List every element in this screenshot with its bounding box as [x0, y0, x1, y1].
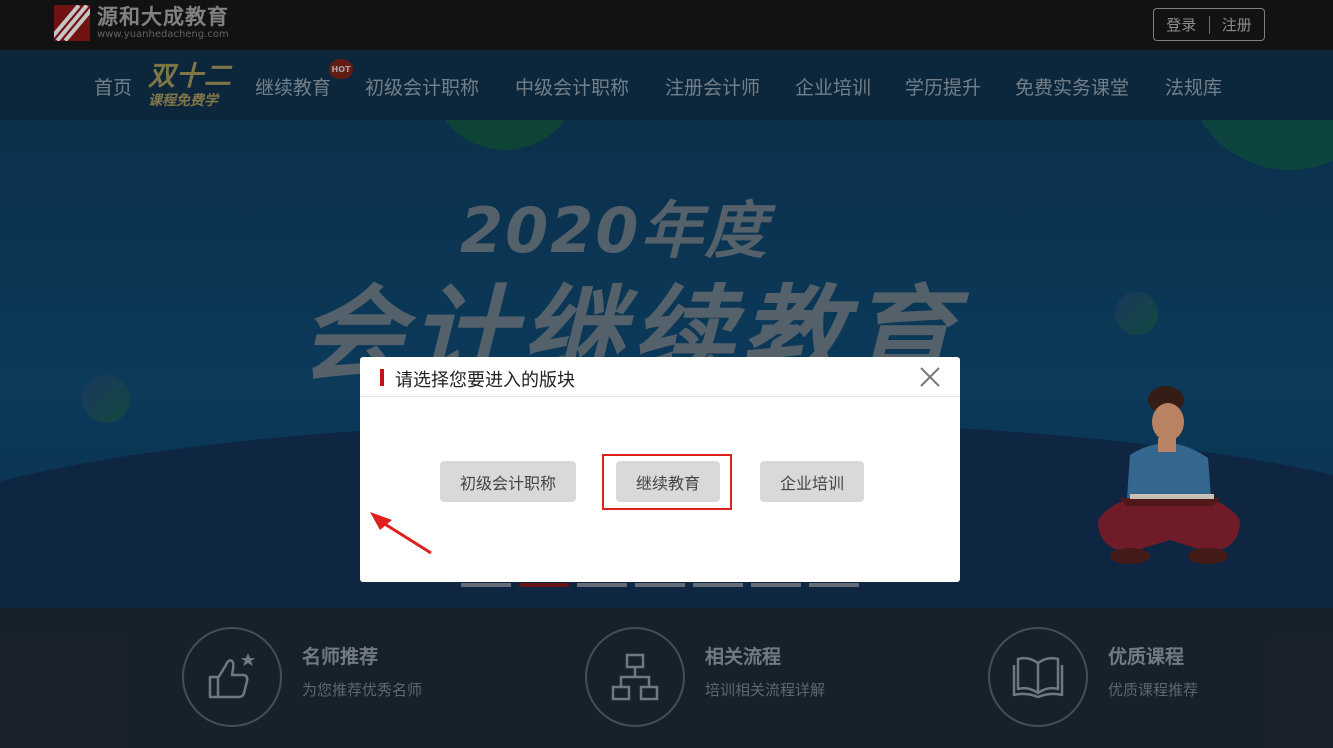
dialog-header: 请选择您要进入的版块 [360, 357, 960, 397]
title-accent-bar [380, 369, 384, 386]
highlight-box [602, 454, 732, 510]
option-junior-accounting-button[interactable]: 初级会计职称 [440, 461, 576, 502]
pointer-arrow-icon [370, 512, 432, 555]
option-corporate-training-button[interactable]: 企业培训 [760, 461, 864, 502]
dialog-title: 请选择您要进入的版块 [395, 370, 575, 391]
section-select-dialog: 请选择您要进入的版块 初级会计职称 继续教育 企业培训 [360, 357, 960, 582]
close-icon[interactable] [916, 363, 944, 391]
